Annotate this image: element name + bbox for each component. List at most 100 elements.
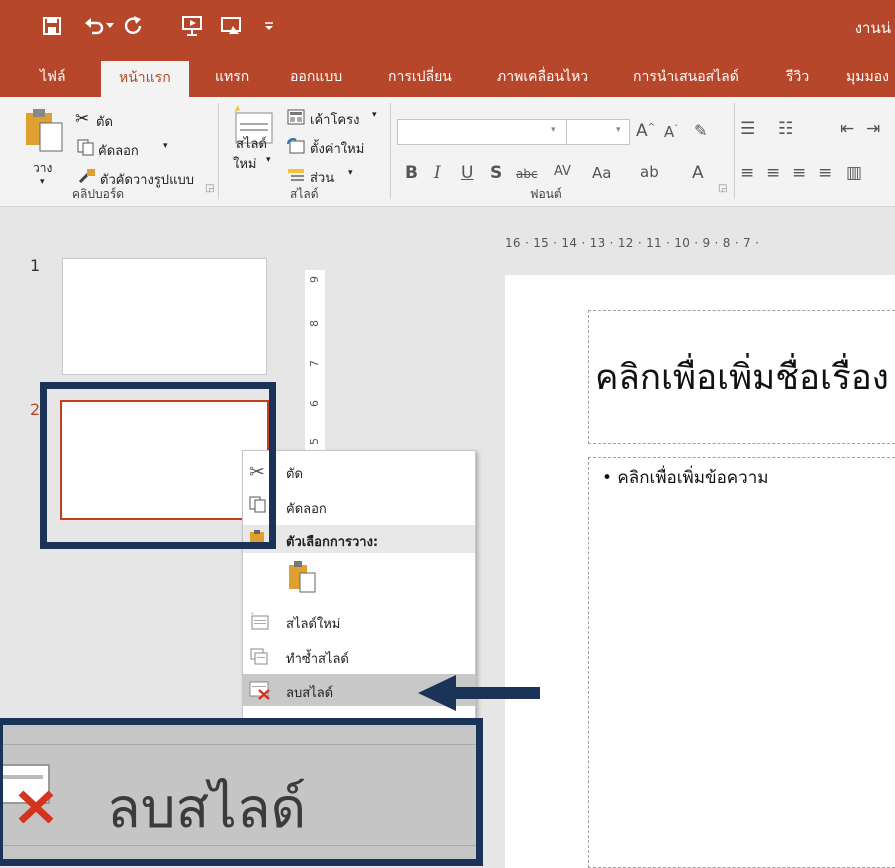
zoom-callout-label: ลบสไลด์ (107, 777, 307, 839)
paste-label[interactable]: วาง (33, 159, 52, 178)
slide-number-2: 2 (30, 400, 41, 419)
font-size-dropdown-icon[interactable]: ▾ (616, 125, 621, 135)
tab-insert[interactable]: แทรก (215, 66, 249, 88)
menu-item-copy[interactable]: คัดลอก (243, 492, 475, 520)
document-title: งานน่ (854, 19, 891, 37)
bullets-icon[interactable]: ☰ (740, 119, 755, 139)
align-center-icon[interactable]: ≡ (766, 163, 780, 183)
clipboard-group-label: คลิปบอร์ด (72, 187, 125, 201)
customize-qat-icon[interactable] (262, 14, 276, 38)
font-name-dropdown-icon[interactable]: ▾ (551, 125, 556, 135)
zoom-callout-menu-item: ลบสไลด์ (0, 744, 476, 846)
group-separator (734, 103, 735, 199)
group-separator (218, 103, 219, 199)
new-slide-label-1[interactable]: สไลด์ (236, 133, 267, 154)
strikethrough-icon[interactable]: abc (516, 167, 538, 181)
tab-slideshow[interactable]: การนำเสนอสไลด์ (633, 66, 739, 88)
title-placeholder-text: คลิกเพื่อเพิ่มชื่อเรื่อง (595, 358, 889, 398)
save-icon[interactable] (40, 14, 64, 38)
grow-font-icon[interactable]: A^ (636, 121, 655, 141)
layout-icon (287, 109, 305, 129)
font-group-label: ฟอนต์ (530, 187, 562, 201)
ruler-mark: 8 (308, 320, 321, 327)
shadow-icon[interactable]: S (490, 163, 502, 183)
delete-slide-icon (0, 763, 55, 824)
font-color-icon[interactable]: A (692, 163, 704, 183)
slide-number-1: 1 (30, 256, 41, 275)
title-bar: งานน่ (0, 0, 895, 55)
menu-item-cut[interactable]: ✂ ตัด (243, 457, 475, 485)
reset-button[interactable]: ตั้งค่าใหม่ (310, 138, 364, 159)
cut-button[interactable]: ตัด (96, 111, 113, 132)
undo-icon[interactable] (82, 14, 106, 38)
font-name-combo[interactable] (397, 119, 567, 145)
delete-slide-icon (249, 680, 271, 702)
new-slide-icon (249, 611, 271, 633)
columns-icon[interactable]: ▥ (846, 163, 862, 183)
clear-format-icon[interactable]: ✎ (694, 121, 707, 140)
paste-icon[interactable] (24, 105, 64, 153)
section-dropdown-icon[interactable]: ▾ (348, 168, 353, 178)
align-left-icon[interactable]: ≡ (740, 163, 754, 183)
tab-transitions[interactable]: การเปลี่ยน (388, 66, 452, 88)
shrink-font-icon[interactable]: Aˇ (664, 123, 678, 141)
change-case-icon[interactable]: Aa (592, 164, 611, 182)
menu-item-cut-label: ตัด (286, 467, 303, 482)
ribbon: วาง ▾ ✂ ตัด คัดลอก ▾ ตัวคัดวางรูปแบบ คลิ… (0, 97, 895, 207)
ruler-mark: 7 (308, 360, 321, 367)
menu-item-duplicate-slide-label: ทำซ้ำสไลด์ (286, 652, 349, 667)
justify-icon[interactable]: ≡ (818, 163, 832, 183)
numbering-icon[interactable]: ☷ (778, 119, 793, 139)
copy-icon (77, 139, 94, 160)
highlight-icon[interactable]: ab (640, 163, 659, 181)
undo-dropdown-icon[interactable] (104, 14, 116, 38)
menu-item-new-slide[interactable]: สไลด์ใหม่ (243, 607, 475, 635)
paste-keep-formatting-icon[interactable] (287, 559, 317, 593)
layout-dropdown-icon[interactable]: ▾ (372, 110, 377, 120)
menu-header-label: ตัวเลือกการวาง: (286, 535, 379, 550)
horizontal-ruler: 16 · 15 · 14 · 13 · 12 · 11 · 10 · 9 · 8… (505, 236, 760, 250)
underline-icon[interactable]: U (461, 163, 473, 183)
tab-view[interactable]: มุมมอง (846, 66, 889, 88)
new-slide-dropdown-icon[interactable]: ▾ (266, 155, 271, 165)
start-presentation-icon[interactable] (180, 14, 204, 38)
clipboard-launcher-icon[interactable]: ◲ (205, 183, 214, 194)
zoom-callout: ลบสไลด์ (0, 718, 483, 866)
redo-icon[interactable] (122, 14, 146, 38)
bold-icon[interactable]: B (405, 163, 418, 183)
tab-home[interactable]: หน้าแรก (101, 61, 189, 97)
char-spacing-icon[interactable]: AV (554, 164, 571, 179)
body-placeholder-text: • คลิกเพื่อเพิ่มข้อความ (602, 468, 769, 488)
tab-file[interactable]: ไฟล์ (40, 66, 66, 88)
ribbon-tabs: ไฟล์ หน้าแรก แทรก ออกแบบ การเปลี่ยน ภาพเ… (0, 55, 895, 97)
slide-thumbnail-1[interactable] (62, 258, 267, 375)
body-placeholder[interactable] (588, 457, 895, 868)
tab-design[interactable]: ออกแบบ (290, 66, 342, 88)
font-launcher-icon[interactable]: ◲ (718, 183, 727, 194)
ruler-mark: 6 (308, 400, 321, 407)
layout-button[interactable]: เค้าโครง (310, 109, 359, 130)
menu-header-paste-options: ตัวเลือกการวาง: (243, 525, 475, 553)
new-slide-label-2[interactable]: ใหม่ (233, 153, 257, 174)
tab-review[interactable]: รีวิว (786, 66, 809, 88)
slides-group-label: สไลด์ (290, 187, 319, 201)
group-separator (390, 103, 391, 199)
ruler-mark: 9 (308, 276, 321, 283)
italic-icon[interactable]: I (434, 163, 441, 183)
duplicate-slide-icon (249, 646, 271, 668)
menu-item-delete-slide-label: ลบสไลด์ (286, 686, 334, 701)
copy-dropdown-icon[interactable]: ▾ (163, 141, 168, 151)
menu-item-copy-label: คัดลอก (286, 502, 327, 517)
align-right-icon[interactable]: ≡ (792, 163, 806, 183)
touch-mode-icon[interactable] (220, 14, 244, 38)
decrease-indent-icon[interactable]: ⇤ (840, 119, 854, 139)
increase-indent-icon[interactable]: ⇥ (866, 119, 880, 139)
paste-dropdown-icon[interactable]: ▾ (40, 177, 45, 187)
copy-button[interactable]: คัดลอก (98, 140, 139, 161)
vertical-ruler: 9 8 7 6 5 (305, 270, 325, 470)
reset-icon (287, 138, 305, 158)
tab-animations[interactable]: ภาพเคลื่อนไหว (497, 66, 588, 88)
menu-item-duplicate-slide[interactable]: ทำซ้ำสไลด์ (243, 642, 475, 670)
scissors-icon: ✂ (75, 109, 90, 129)
thumbnail-highlight-box (40, 382, 276, 549)
